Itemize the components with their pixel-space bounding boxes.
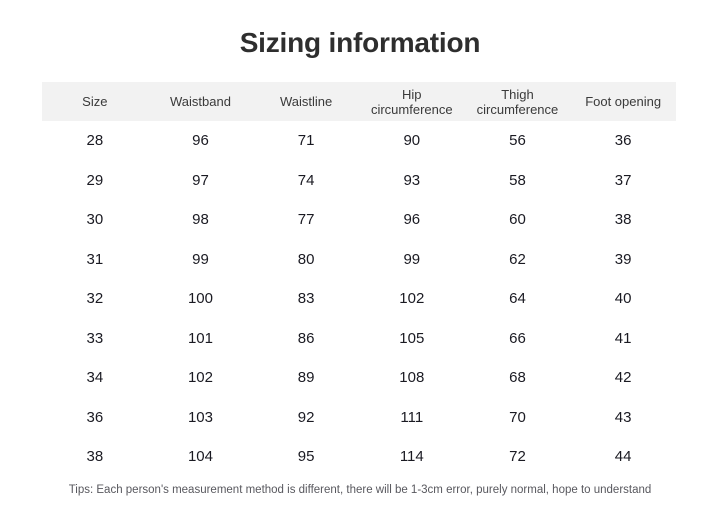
table-row: 32 100 83 102 64 40 xyxy=(42,279,676,319)
cell-foot: 41 xyxy=(570,318,676,358)
cell-size: 33 xyxy=(42,318,148,358)
column-header-foot-opening-line1: Foot opening xyxy=(585,94,662,109)
cell-waistline: 83 xyxy=(253,279,359,319)
sizing-information-page: Sizing information Size Waistband Waistl… xyxy=(0,0,720,506)
column-header-size: Size xyxy=(42,82,148,121)
cell-waistline: 86 xyxy=(253,318,359,358)
column-header-thigh-circumference: Thigh circumference xyxy=(464,82,571,121)
cell-size: 38 xyxy=(42,437,148,477)
table-header: Size Waistband Waistline Hip circumferen… xyxy=(42,82,676,121)
table-row: 29 97 74 93 58 37 xyxy=(42,160,676,200)
cell-hip: 96 xyxy=(358,200,465,240)
cell-waistline: 77 xyxy=(253,200,359,240)
cell-waistline: 92 xyxy=(253,397,359,437)
table-body: 28 96 71 90 56 36 29 97 74 93 58 37 30 9… xyxy=(42,121,676,477)
table-row: 30 98 77 96 60 38 xyxy=(42,200,676,240)
cell-thigh: 64 xyxy=(464,279,571,319)
cell-foot: 38 xyxy=(570,200,676,240)
column-header-waistline: Waistline xyxy=(253,82,359,121)
cell-size: 31 xyxy=(42,239,148,279)
cell-waistline: 71 xyxy=(253,121,359,161)
cell-thigh: 72 xyxy=(464,437,571,477)
cell-waistband: 103 xyxy=(147,397,254,437)
cell-thigh: 56 xyxy=(464,121,571,161)
cell-foot: 40 xyxy=(570,279,676,319)
cell-hip: 114 xyxy=(358,437,465,477)
cell-waistline: 95 xyxy=(253,437,359,477)
table-row: 36 103 92 111 70 43 xyxy=(42,397,676,437)
cell-waistband: 100 xyxy=(147,279,254,319)
cell-waistband: 101 xyxy=(147,318,254,358)
cell-thigh: 66 xyxy=(464,318,571,358)
cell-thigh: 68 xyxy=(464,358,571,398)
cell-size: 34 xyxy=(42,358,148,398)
cell-foot: 39 xyxy=(570,239,676,279)
cell-waistband: 99 xyxy=(147,239,254,279)
column-header-thigh-line1: Thigh xyxy=(501,86,534,102)
column-header-hip-circumference: Hip circumference xyxy=(358,82,465,121)
cell-foot: 43 xyxy=(570,397,676,437)
cell-foot: 44 xyxy=(570,437,676,477)
cell-thigh: 70 xyxy=(464,397,571,437)
column-header-size-line1: Size xyxy=(82,94,108,109)
cell-waistline: 80 xyxy=(253,239,359,279)
table-header-row: Size Waistband Waistline Hip circumferen… xyxy=(42,82,676,121)
cell-hip: 108 xyxy=(358,358,465,398)
cell-waistband: 97 xyxy=(147,160,254,200)
cell-foot: 36 xyxy=(570,121,676,161)
cell-hip: 90 xyxy=(358,121,465,161)
cell-thigh: 60 xyxy=(464,200,571,240)
cell-hip: 99 xyxy=(358,239,465,279)
cell-hip: 93 xyxy=(358,160,465,200)
sizing-table: Size Waistband Waistline Hip circumferen… xyxy=(42,82,676,477)
cell-size: 30 xyxy=(42,200,148,240)
cell-waistline: 89 xyxy=(253,358,359,398)
cell-hip: 102 xyxy=(358,279,465,319)
cell-hip: 105 xyxy=(358,318,465,358)
cell-waistline: 74 xyxy=(253,160,359,200)
column-header-thigh-line2: circumference xyxy=(476,101,559,117)
cell-waistband: 104 xyxy=(147,437,254,477)
table-row: 31 99 80 99 62 39 xyxy=(42,239,676,279)
page-title: Sizing information xyxy=(239,27,481,58)
cell-thigh: 58 xyxy=(464,160,571,200)
measurement-tips-note: Tips: Each person's measurement method i… xyxy=(68,484,652,496)
column-header-hip-line1: Hip xyxy=(402,86,422,102)
column-header-foot-opening: Foot opening xyxy=(570,82,676,121)
cell-hip: 111 xyxy=(358,397,465,437)
table-row: 34 102 89 108 68 42 xyxy=(42,358,676,398)
table-row: 33 101 86 105 66 41 xyxy=(42,318,676,358)
cell-waistband: 102 xyxy=(147,358,254,398)
cell-waistband: 98 xyxy=(147,200,254,240)
cell-waistband: 96 xyxy=(147,121,254,161)
cell-size: 32 xyxy=(42,279,148,319)
column-header-hip-line2: circumference xyxy=(370,101,453,117)
column-header-waistband: Waistband xyxy=(147,82,254,121)
column-header-waistband-line1: Waistband xyxy=(170,94,231,109)
table-row: 38 104 95 114 72 44 xyxy=(42,437,676,477)
cell-foot: 42 xyxy=(570,358,676,398)
cell-size: 36 xyxy=(42,397,148,437)
table-row: 28 96 71 90 56 36 xyxy=(42,121,676,161)
cell-size: 28 xyxy=(42,121,148,161)
cell-size: 29 xyxy=(42,160,148,200)
cell-foot: 37 xyxy=(570,160,676,200)
column-header-waistline-line1: Waistline xyxy=(280,94,333,109)
cell-thigh: 62 xyxy=(464,239,571,279)
